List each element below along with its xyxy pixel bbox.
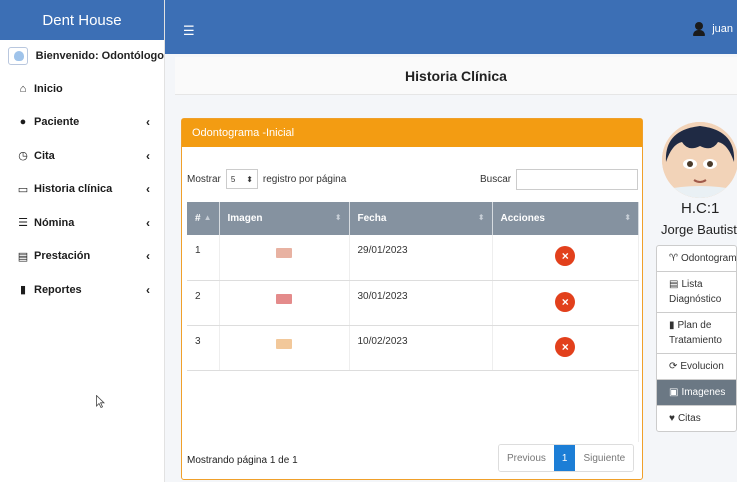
- user-menu[interactable]: juan: [692, 22, 733, 36]
- sort-icon: ⬍: [334, 213, 342, 222]
- patient-menu: ♈ Odontograma ▤ Lista Diagnóstico ▮ Plan de T…: [656, 245, 737, 432]
- search-input[interactable]: [516, 169, 639, 190]
- sidebar-item-2[interactable]: ◷ Cita ‹: [0, 139, 164, 173]
- patient-menu-item[interactable]: ▤ Lista Diagnóstico: [657, 272, 736, 313]
- image-thumbnail[interactable]: [276, 338, 292, 349]
- sidebar-item-label: Reportes: [34, 283, 82, 296]
- card-header: Odontograma -Inicial: [182, 119, 642, 147]
- list-alt-icon: ▤: [669, 279, 679, 290]
- chevron-left-icon: ‹: [146, 215, 150, 230]
- patient-menu-item[interactable]: ▣ Imagenes: [657, 380, 736, 406]
- patient-menu-item[interactable]: ♥ Citas: [657, 406, 736, 431]
- home-icon: ⌂: [19, 82, 27, 95]
- previous-page-button[interactable]: Previous: [499, 445, 554, 471]
- patient-name: Jorge Bautista: [661, 222, 737, 237]
- table-row: 3 10/02/2023 ×: [187, 325, 639, 371]
- search-control: Buscar: [480, 169, 639, 190]
- page-1-button[interactable]: 1: [553, 445, 576, 471]
- heart-icon: ♥: [669, 413, 675, 424]
- sort-asc-icon: ▲: [203, 213, 212, 222]
- row-date: 10/02/2023: [349, 325, 493, 371]
- sidebar-item-label: Paciente: [34, 116, 80, 129]
- column-header-imagen[interactable]: Imagen ⬍: [219, 202, 350, 235]
- sort-icon: ⬍: [477, 213, 485, 222]
- sidebar-item-3[interactable]: ▭ Historia clínica ‹: [0, 173, 164, 207]
- tooth-icon: ♈: [669, 253, 678, 264]
- table-row: 2 30/01/2023 ×: [187, 280, 639, 326]
- column-header-number[interactable]: # ▲: [187, 202, 220, 235]
- chevron-left-icon: ‹: [146, 148, 150, 163]
- welcome-banner: Bienvenido: Odontólogo: [0, 40, 164, 72]
- image-thumbnail[interactable]: [276, 293, 292, 304]
- delete-button[interactable]: ×: [555, 291, 576, 312]
- welcome-text: Bienvenido: Odontólogo: [35, 50, 164, 62]
- file-icon: ▤: [17, 250, 29, 263]
- clock-icon: ◷: [18, 150, 28, 163]
- pagination-info: Mostrando página 1 de 1: [187, 455, 298, 466]
- odontograma-card: Odontograma -Inicial Mostrar 5 ⬍ registr…: [181, 118, 643, 480]
- patient-menu-item[interactable]: ▮ Plan de Tratamiento: [657, 313, 736, 354]
- image-thumbnail[interactable]: [276, 248, 292, 258]
- mouse-cursor-icon: [96, 395, 105, 408]
- sidebar: Dent House Bienvenido: Odontólogo ⌂ Inici…: [0, 0, 165, 482]
- user-icon: ●: [19, 116, 27, 129]
- column-header-acciones[interactable]: Acciones ⬍: [492, 202, 639, 235]
- brand-title[interactable]: Dent House: [0, 0, 164, 40]
- row-number: 3: [187, 325, 220, 371]
- search-label: Buscar: [480, 174, 512, 185]
- sort-icon: ⬍: [624, 213, 631, 222]
- sidebar-item-label: Prestación: [34, 250, 91, 263]
- image-icon: ▣: [669, 387, 679, 398]
- sidebar-item-5[interactable]: ▤ Prestación ‹: [0, 240, 164, 274]
- sidebar-item-0[interactable]: ⌂ Inicio: [0, 72, 164, 106]
- patient-avatar: [662, 122, 737, 198]
- sidebar-item-6[interactable]: ▮ Reportes ‹: [0, 273, 164, 307]
- chevron-left-icon: ‹: [146, 115, 150, 130]
- report-icon: ▮: [19, 284, 27, 297]
- table-row: 1 29/01/2023 ×: [187, 235, 639, 281]
- pagination: Previous 1 Siguiente: [498, 444, 635, 472]
- delete-button[interactable]: ×: [555, 336, 576, 357]
- records-table: # ▲ Imagen ⬍ Fecha ⬍ Acciones ⬍ 1 29/01/2023 ×…: [187, 202, 639, 442]
- clinic-logo-icon: [8, 47, 28, 65]
- sort-updown-icon: ⬍: [246, 174, 253, 184]
- sidebar-item-4[interactable]: ☰ Nómina ‹: [0, 206, 164, 240]
- history-number: H.C:1: [681, 200, 720, 217]
- clipboard-icon: ▮: [669, 320, 675, 331]
- top-navbar: ☰ juan: [165, 0, 737, 54]
- page-size-select[interactable]: 5 ⬍: [225, 169, 258, 189]
- list-icon: ☰: [18, 217, 28, 230]
- user-avatar-icon: [692, 22, 706, 36]
- delete-button[interactable]: ×: [555, 246, 576, 266]
- chevron-left-icon: ‹: [146, 182, 150, 197]
- refresh-icon: ⟳: [669, 361, 678, 372]
- menu-toggle-icon[interactable]: ☰: [183, 23, 195, 39]
- per-page-label: registro por página: [262, 173, 347, 185]
- row-number: 2: [187, 280, 220, 326]
- id-card-icon: ▭: [17, 183, 29, 196]
- sidebar-item-label: Historia clínica: [34, 183, 113, 196]
- sidebar-item-label: Cita: [34, 149, 55, 162]
- sidebar-item-label: Nómina: [34, 216, 75, 229]
- username: juan: [712, 23, 733, 35]
- chevron-left-icon: ‹: [146, 282, 150, 297]
- row-number: 1: [187, 235, 220, 281]
- chevron-left-icon: ‹: [146, 249, 150, 264]
- show-label: Mostrar: [187, 173, 221, 185]
- row-date: 30/01/2023: [349, 280, 493, 326]
- column-header-fecha[interactable]: Fecha ⬍: [349, 202, 493, 235]
- sidebar-item-1[interactable]: ● Paciente ‹: [0, 106, 164, 140]
- patient-menu-item[interactable]: ♈ Odontograma: [657, 246, 737, 272]
- patient-menu-item[interactable]: ⟳ Evolucion: [657, 354, 736, 380]
- page-title: Historia Clínica: [175, 57, 737, 95]
- row-date: 29/01/2023: [349, 235, 493, 281]
- next-page-button[interactable]: Siguiente: [575, 445, 634, 471]
- sidebar-item-label: Inicio: [34, 82, 63, 95]
- page-size-control: Mostrar 5 ⬍ registro por página: [187, 169, 346, 189]
